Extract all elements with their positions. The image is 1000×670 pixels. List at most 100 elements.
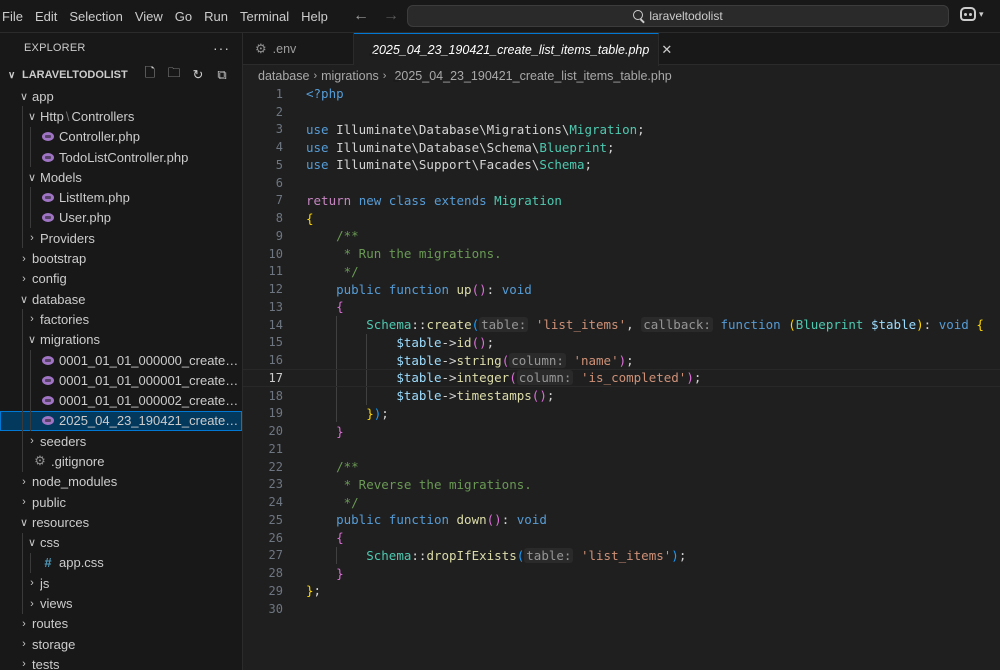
tree-item-label: resources bbox=[32, 514, 90, 530]
tree-folder[interactable]: › Providers bbox=[0, 228, 242, 249]
chevron-down-icon: ▾ bbox=[979, 8, 984, 19]
php-logo-shape bbox=[42, 396, 54, 406]
indent-guide bbox=[22, 167, 23, 188]
tree-folder[interactable]: › tests bbox=[0, 654, 242, 670]
menu-run[interactable]: Run bbox=[198, 0, 234, 33]
more-actions-icon[interactable]: ··· bbox=[213, 40, 230, 56]
path-separator: \ bbox=[65, 108, 70, 124]
line-number: 14 bbox=[268, 317, 283, 332]
tree-file[interactable]: TodoListController.php bbox=[0, 146, 242, 168]
menu-edit[interactable]: Edit bbox=[29, 0, 63, 33]
line-number: 12 bbox=[268, 282, 283, 297]
tree-folder[interactable]: › js bbox=[0, 573, 242, 594]
tree-file[interactable]: User.php bbox=[0, 207, 242, 229]
breadcrumb-item[interactable]: database bbox=[258, 69, 309, 83]
copilot-button[interactable]: ▾ bbox=[960, 7, 984, 21]
tree-folder[interactable]: › routes bbox=[0, 614, 242, 634]
line-content: { bbox=[283, 299, 344, 314]
line-number: 10 bbox=[268, 246, 283, 261]
tree-file[interactable]: 0001_01_01_000000_create_users_... bbox=[0, 349, 242, 371]
tree-file[interactable]: 0001_01_01_000002_create_jobs_t... bbox=[0, 390, 242, 411]
line-number: 25 bbox=[268, 512, 283, 527]
tree-folder[interactable]: › bootstrap bbox=[0, 248, 242, 268]
gear-icon: ⚙ bbox=[32, 453, 48, 469]
tree-file[interactable]: 2025_04_23_190421_create_list_it... bbox=[0, 410, 242, 432]
arrow-right-icon[interactable]: → bbox=[382, 6, 400, 26]
close-icon[interactable]: ✕ bbox=[661, 42, 672, 58]
tab-label: .env bbox=[272, 42, 297, 56]
menu-terminal[interactable]: Terminal bbox=[234, 0, 295, 33]
explorer-header: EXPLORER ··· bbox=[0, 33, 242, 63]
code-editor[interactable]: 1 <?php 2 3 use Illuminate\Database\Migratio… bbox=[243, 85, 1000, 618]
tree-folder[interactable]: ∨ Models bbox=[0, 167, 242, 188]
php-logo-shape bbox=[42, 193, 54, 203]
tree-file[interactable]: 0001_01_01_000001_create_cache... bbox=[0, 370, 242, 391]
tree-folder[interactable]: ∨ database bbox=[0, 289, 242, 309]
collapse-all-icon[interactable]: ⧉ bbox=[214, 67, 230, 83]
php-file-icon bbox=[40, 396, 56, 406]
tree-folder[interactable]: ∨ resources bbox=[0, 512, 242, 532]
tree-item-label: 0001_01_01_000002_create_jobs_t... bbox=[59, 393, 242, 409]
line-content: } bbox=[283, 566, 344, 581]
code-token: column: bbox=[509, 352, 566, 368]
new-folder-icon[interactable]: 🗀 bbox=[166, 65, 182, 83]
code-token: use bbox=[306, 157, 337, 173]
breadcrumb-item[interactable]: migrations bbox=[321, 69, 379, 83]
command-center-search[interactable]: laraveltodolist bbox=[407, 5, 949, 27]
chevron-right-icon: › bbox=[22, 496, 26, 509]
tree-folder[interactable]: ∨ migrations bbox=[0, 329, 242, 350]
line-content: use Illuminate\Database\Migrations\Migra… bbox=[283, 122, 645, 137]
tree-file[interactable]: Controller.php bbox=[0, 126, 242, 147]
indent-guide bbox=[30, 390, 31, 411]
php-file-icon bbox=[40, 193, 56, 203]
code-token: } bbox=[336, 423, 344, 439]
line-number: 1 bbox=[275, 86, 283, 101]
tab-active-file[interactable]: 2025_04_23_190421_create_list_items_tabl… bbox=[354, 33, 672, 66]
code-line: 19 }); bbox=[243, 404, 1000, 423]
chevron-right-icon: › bbox=[30, 577, 34, 590]
tree-file[interactable]: ListItem.php bbox=[0, 187, 242, 208]
refresh-icon[interactable]: ↻ bbox=[190, 67, 206, 83]
tree-item-label: User.php bbox=[59, 210, 112, 226]
line-number: 2 bbox=[275, 104, 283, 119]
code-token: () bbox=[471, 334, 487, 350]
tree-folder[interactable]: ∨ app bbox=[0, 86, 242, 106]
tree-folder[interactable]: ∨ css bbox=[0, 532, 242, 553]
tree-item-label: Http bbox=[40, 108, 64, 124]
tree-file[interactable]: # app.css bbox=[0, 552, 242, 574]
menu-selection[interactable]: Selection bbox=[63, 0, 128, 33]
tree-folder[interactable]: › seeders bbox=[0, 431, 242, 452]
menu-help[interactable]: Help bbox=[295, 0, 334, 33]
code-token: : bbox=[501, 512, 517, 528]
tree-file[interactable]: ⚙ .gitignore bbox=[0, 451, 242, 472]
chevron-right-icon: › bbox=[22, 475, 26, 488]
code-line: 4 use Illuminate\Database\Schema\Blueprin… bbox=[243, 138, 1000, 156]
line-number: 11 bbox=[268, 264, 283, 279]
line-number: 8 bbox=[275, 211, 283, 226]
line-content: use Illuminate\Support\Facades\Schema; bbox=[283, 157, 592, 172]
tree-folder[interactable]: › public bbox=[0, 492, 242, 512]
tree-folder[interactable]: ∨ Http \ Controllers bbox=[0, 106, 242, 127]
tree-folder[interactable]: › node_modules bbox=[0, 472, 242, 492]
menu-view[interactable]: View bbox=[129, 0, 169, 33]
tree-folder[interactable]: › views bbox=[0, 593, 242, 614]
code-token: integer bbox=[456, 370, 510, 386]
line-content: $table->integer(column: 'is_completed'); bbox=[283, 370, 701, 386]
new-file-icon[interactable]: 🗋 bbox=[142, 65, 158, 83]
workspace-root[interactable]: ∨ LARAVELTODOLIST 🗋 🗀 ↻ ⧉ bbox=[0, 64, 242, 86]
line-content: { bbox=[283, 211, 314, 226]
tree-folder[interactable]: › config bbox=[0, 269, 242, 289]
tree-folder[interactable]: › storage bbox=[0, 634, 242, 654]
line-content: use Illuminate\Database\Schema\Blueprint… bbox=[283, 140, 615, 155]
indent-guide bbox=[22, 207, 23, 229]
code-token: down bbox=[456, 512, 487, 528]
breadcrumb-item[interactable]: 2025_04_23_190421_create_list_items_tabl… bbox=[394, 69, 671, 83]
indent-guide bbox=[22, 552, 23, 574]
php-file-icon bbox=[40, 213, 56, 223]
menu-file[interactable]: File bbox=[0, 0, 29, 33]
tree-folder[interactable]: › factories bbox=[0, 309, 242, 330]
code-token: : bbox=[923, 317, 939, 333]
arrow-left-icon[interactable]: ← bbox=[352, 6, 370, 26]
tab-env[interactable]: ⚙ .env bbox=[243, 33, 354, 65]
menu-go[interactable]: Go bbox=[169, 0, 198, 33]
